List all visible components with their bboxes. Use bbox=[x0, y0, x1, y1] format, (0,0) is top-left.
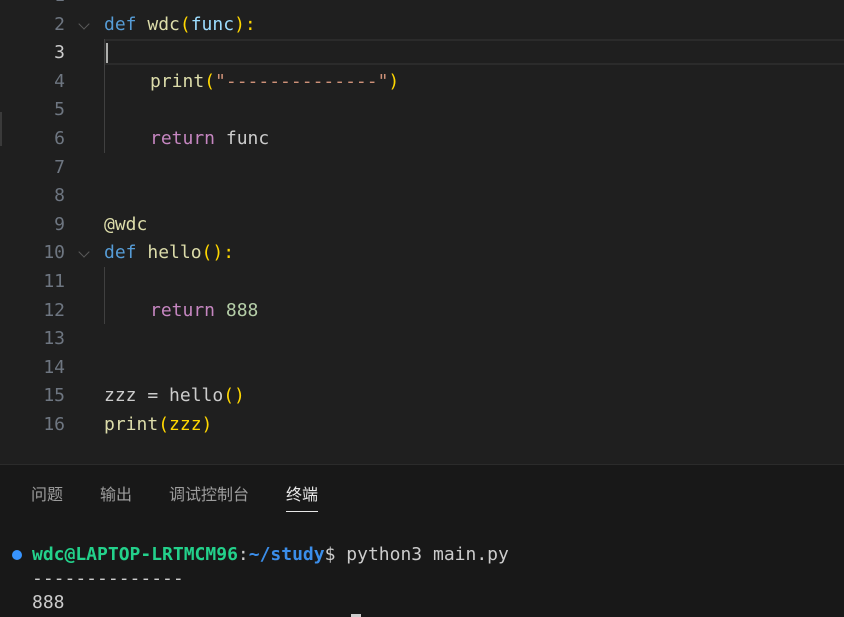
line-number: 1 bbox=[0, 0, 65, 11]
code-text[interactable]: @wdc bbox=[104, 211, 147, 240]
bracket-token: ) bbox=[388, 70, 400, 92]
code-line: 9 @wdc bbox=[0, 211, 844, 240]
line-number: 10 bbox=[43, 242, 65, 264]
function-name-token: print bbox=[150, 70, 205, 92]
function-name-token: wdc bbox=[147, 13, 180, 35]
code-line: 1 bbox=[0, 0, 844, 11]
terminal-output-line: -------------- bbox=[32, 568, 184, 589]
command-status-dot-icon[interactable] bbox=[12, 550, 22, 560]
code-text[interactable]: print("--------------") bbox=[150, 68, 399, 97]
bracket-token: ): bbox=[234, 13, 256, 35]
bracket-token: (): bbox=[201, 242, 235, 264]
line-number: 2 bbox=[54, 13, 65, 35]
code-line: 2 def wdc(func): bbox=[0, 11, 844, 40]
code-text[interactable]: def wdc(func): bbox=[104, 11, 256, 40]
line-number: 15 bbox=[43, 385, 65, 407]
line-number: 8 bbox=[54, 185, 65, 207]
function-name-token: print bbox=[104, 413, 159, 435]
bracket-token: ( bbox=[179, 13, 191, 35]
code-text[interactable]: print(zzz) bbox=[104, 411, 212, 440]
control-keyword-token: return bbox=[150, 127, 216, 149]
line-number: 5 bbox=[54, 99, 65, 121]
code-line-active: 3 bbox=[0, 39, 844, 68]
code-line: 11 bbox=[0, 268, 844, 297]
line-number: 3 bbox=[54, 42, 65, 64]
line-number: 12 bbox=[43, 299, 65, 321]
code-line: 4 print("--------------") bbox=[0, 68, 844, 97]
code-line: 10 def hello(): bbox=[0, 239, 844, 268]
terminal-prompt-line[interactable]: wdc@LAPTOP-LRTMCM96:~/study$ python3 mai… bbox=[32, 543, 509, 567]
bracket-token: (zzz) bbox=[158, 413, 213, 435]
code-editor[interactable]: 1 2 def wdc(func): 3 4 print("----------… bbox=[0, 0, 844, 464]
code-line: 13 bbox=[0, 325, 844, 354]
bracket-token: ( bbox=[204, 70, 216, 92]
tab-output[interactable]: 输出 bbox=[100, 483, 132, 511]
code-line: 14 bbox=[0, 354, 844, 383]
code-line: 8 bbox=[0, 182, 844, 211]
line-number: 4 bbox=[54, 70, 65, 92]
terminal-path: ~/study bbox=[248, 544, 325, 565]
bracket-token: () bbox=[223, 385, 245, 407]
line-number: 16 bbox=[43, 413, 65, 435]
code-text[interactable]: def hello(): bbox=[104, 239, 234, 268]
line-number: 14 bbox=[43, 356, 65, 378]
code-line: 5 bbox=[0, 96, 844, 125]
tab-problems[interactable]: 问题 bbox=[31, 483, 63, 511]
code-line: 7 bbox=[0, 154, 844, 183]
identifier-token: zzz = hello bbox=[104, 385, 224, 407]
string-token: "--------------" bbox=[215, 70, 389, 92]
code-line: 6 return func bbox=[0, 125, 844, 154]
line-number: 9 bbox=[54, 213, 65, 235]
chevron-down-icon[interactable] bbox=[78, 17, 90, 30]
line-number: 7 bbox=[54, 156, 65, 178]
bottom-panel: 问题 输出 调试控制台 终端 wdc@LAPTOP-LRTMCM96:~/stu… bbox=[0, 464, 844, 617]
identifier-token: func bbox=[215, 127, 270, 149]
line-number: 6 bbox=[54, 127, 65, 149]
code-text[interactable]: return 888 bbox=[150, 297, 258, 326]
terminal-output-line: 888 bbox=[32, 592, 65, 613]
code-text[interactable]: zzz = hello() bbox=[104, 382, 245, 411]
terminal-command: python3 main.py bbox=[335, 544, 509, 565]
parameter-token: func bbox=[190, 13, 235, 35]
tab-debug-console[interactable]: 调试控制台 bbox=[169, 483, 249, 511]
number-token: 888 bbox=[225, 299, 259, 321]
terminal-user-host: wdc@LAPTOP-LRTMCM96 bbox=[32, 544, 238, 565]
terminal-prompt-symbol: $ bbox=[324, 544, 336, 565]
keyword-token: def bbox=[104, 242, 137, 264]
tab-terminal[interactable]: 终端 bbox=[286, 483, 319, 512]
function-name-token: hello bbox=[147, 242, 202, 264]
terminal-colon: : bbox=[237, 544, 249, 565]
code-line: 15 zzz = hello() bbox=[0, 382, 844, 411]
keyword-token: def bbox=[104, 13, 137, 35]
code-line: 16 print(zzz) bbox=[0, 411, 844, 440]
code-line: 12 return 888 bbox=[0, 297, 844, 326]
code-text[interactable]: return func bbox=[150, 125, 269, 154]
line-number: 11 bbox=[43, 270, 65, 292]
decorator-token: @wdc bbox=[104, 213, 148, 235]
chevron-down-icon[interactable] bbox=[78, 246, 90, 258]
control-keyword-token: return bbox=[150, 299, 216, 321]
line-number: 13 bbox=[43, 328, 65, 350]
